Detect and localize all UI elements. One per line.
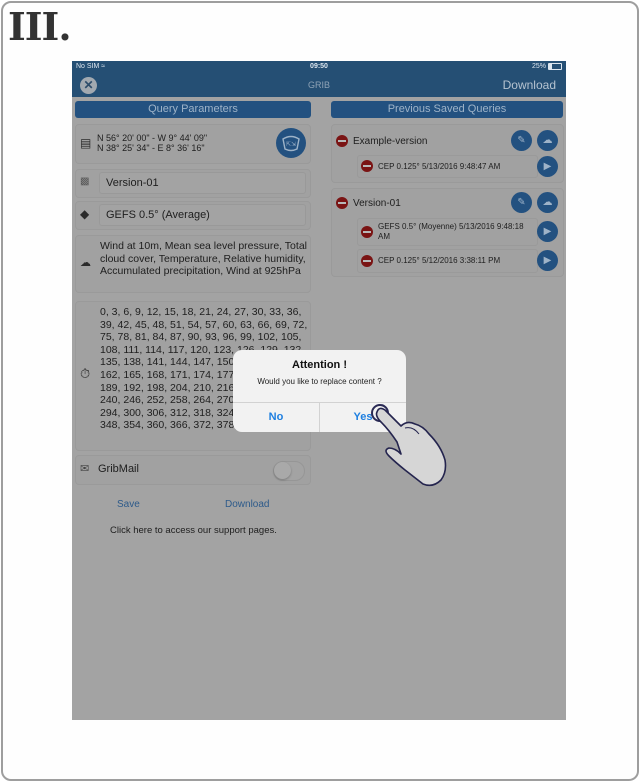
gribmail-label: GribMail (98, 463, 139, 475)
play-button[interactable]: ▶ (537, 156, 558, 177)
edit-button[interactable]: ✎ (511, 130, 532, 151)
nav-title: GRIB (307, 80, 330, 90)
query-item: CEP 0.125° 5/12/2016 3:38:11 PM (357, 249, 538, 273)
save-button[interactable]: Save (117, 499, 140, 510)
zone-icon: ⇱⇲ (282, 135, 300, 152)
parameters-text: Wind at 10m, Mean sea level pressure, To… (100, 240, 307, 277)
play-icon: ▶ (543, 255, 552, 266)
query-item-text: CEP 0.125° 5/12/2016 3:38:11 PM (378, 256, 501, 265)
play-icon: ▶ (543, 226, 552, 237)
dialog-message: Would you like to replace content ? (257, 377, 382, 386)
layers-icon: ◆ (80, 207, 90, 221)
pencil-icon: ✎ (517, 197, 526, 208)
query-item-text: CEP 0.125° 5/13/2016 9:48:47 AM (378, 162, 501, 171)
step-label: III. (8, 4, 72, 49)
map-icon: ▤ (80, 136, 92, 150)
delete-icon[interactable] (336, 135, 348, 147)
query-parameters-header: Query Parameters (75, 101, 311, 118)
svg-text:⇱⇲: ⇱⇲ (286, 141, 296, 148)
tag-icon: ▩ (80, 176, 90, 187)
ipad-screen: No SIM ≈ 09:50 25% ✕ GRIB Download Query… (72, 61, 566, 720)
delete-icon[interactable] (361, 226, 373, 238)
saved-query: Example-version ✎ ☁ CEP 0.125° 5/13/2016… (331, 124, 564, 183)
area-coordinates: N 56° 20' 00" - W 9° 44' 09" N 38° 25' 3… (97, 133, 208, 153)
saved-query: Version-01 ✎ ☁ GEFS 0.5° (Moyenne) 5/13/… (331, 188, 564, 277)
parameters-row[interactable]: ☁ Wind at 10m, Mean sea level pressure, … (75, 235, 311, 293)
support-link[interactable]: Click here to access our support pages. (110, 525, 277, 536)
cloud-download-button[interactable]: ☁ (537, 192, 558, 213)
battery-icon (548, 63, 562, 70)
weather-icon: ☁ (80, 257, 91, 269)
battery: 25% (532, 63, 562, 70)
name-row: ▩ Version-01 (75, 169, 311, 198)
toggle-knob (274, 462, 291, 479)
query-title: Example-version (353, 136, 428, 147)
query-item-text: GEFS 0.5° (Moyenne) 5/13/2016 9:48:18 AM (378, 222, 524, 241)
delete-icon[interactable] (336, 197, 348, 209)
tap-hand-icon (371, 404, 447, 487)
area-row[interactable]: ▤ N 56° 20' 00" - W 9° 44' 09" N 38° 25'… (75, 124, 311, 164)
clock: 09:50 (310, 63, 328, 70)
delete-icon[interactable] (361, 255, 373, 267)
cloud-download-icon: ☁ (542, 135, 553, 146)
previous-saved-queries-header: Previous Saved Queries (331, 101, 563, 118)
model-row: ◆ GEFS 0.5° (Average) (75, 201, 311, 230)
delete-icon[interactable] (361, 160, 373, 172)
query-item: CEP 0.125° 5/13/2016 9:48:47 AM (357, 155, 538, 178)
gribmail-toggle[interactable] (273, 461, 305, 481)
dialog-title: Attention ! (292, 359, 347, 371)
cloud-download-button[interactable]: ☁ (537, 130, 558, 151)
mail-icon: ✉ (80, 463, 90, 475)
nav-download-button[interactable]: Download (503, 78, 556, 92)
map-select-button[interactable]: ⇱⇲ (276, 128, 306, 158)
gribmail-row: ✉ GribMail (75, 455, 311, 485)
status-bar: No SIM ≈ 09:50 25% (72, 61, 566, 73)
timer-icon: ⏱ (80, 366, 91, 381)
model-select[interactable]: GEFS 0.5° (Average) (99, 204, 306, 226)
query-title: Version-01 (353, 198, 401, 209)
query-name-field[interactable]: Version-01 (99, 172, 306, 194)
play-button[interactable]: ▶ (537, 221, 558, 242)
query-item: GEFS 0.5° (Moyenne) 5/13/2016 9:48:18 AM (357, 218, 538, 246)
nav-bar: ✕ GRIB Download (72, 73, 566, 97)
download-button[interactable]: Download (225, 499, 269, 510)
pencil-icon: ✎ (517, 135, 526, 146)
edit-button[interactable]: ✎ (511, 192, 532, 213)
play-icon: ▶ (543, 161, 552, 172)
play-button[interactable]: ▶ (537, 250, 558, 271)
cloud-download-icon: ☁ (542, 197, 553, 208)
no-button[interactable]: No (233, 402, 319, 432)
